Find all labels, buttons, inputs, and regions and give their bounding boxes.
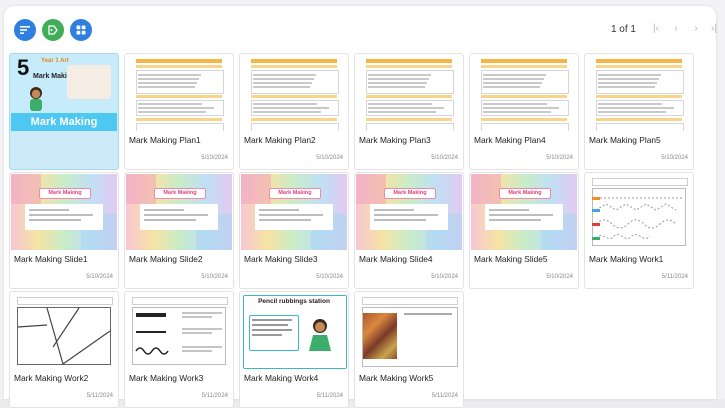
file-card[interactable]: Mark Making Mark Making Slide1 5/10/2024: [9, 172, 119, 289]
file-card[interactable]: Mark Making Plan1 5/10/2024: [124, 53, 234, 170]
file-date: 5/10/2024: [431, 155, 458, 161]
file-card[interactable]: Mark Making Mark Making Slide5 5/10/2024: [469, 172, 579, 289]
toolbar: 1 of 1 |‹ ‹ › ›|: [4, 6, 717, 52]
cover-year-label: Year 1 Art: [41, 58, 69, 64]
file-thumbnail: [586, 174, 692, 250]
file-name: Mark Making Slide4: [359, 254, 433, 264]
file-thumbnail: Mark Making: [241, 174, 347, 250]
line-practice-icon: [132, 307, 226, 365]
file-date: 5/11/2024: [661, 274, 688, 280]
file-card[interactable]: Mark Making Work2 5/11/2024: [9, 291, 119, 408]
file-date: 5/10/2024: [316, 274, 343, 280]
tracing-lines-icon: [592, 188, 686, 246]
file-name: Mark Making Work2: [14, 373, 89, 383]
file-name: Mark Making Work4: [244, 373, 319, 383]
file-name: Mark Making Work5: [359, 373, 434, 383]
file-date: 5/10/2024: [86, 274, 113, 280]
file-date: 5/10/2024: [431, 274, 458, 280]
sections-drawing-icon: [17, 307, 111, 365]
file-thumbnail: [586, 55, 692, 131]
file-card[interactable]: Mark Making Plan5 5/10/2024: [584, 53, 694, 170]
child-illustration-icon: [30, 87, 42, 111]
file-browser-panel: 1 of 1 |‹ ‹ › ›| 5 Year 1 Art Mark Making M…: [4, 6, 717, 408]
klee-painting: [363, 313, 397, 359]
first-page-button[interactable]: |‹: [650, 23, 662, 35]
prev-page-button[interactable]: ‹: [670, 23, 682, 35]
file-card[interactable]: Mark Making Mark Making Slide4 5/10/2024: [354, 172, 464, 289]
child-illustration-icon: [309, 319, 331, 351]
file-name: Mark Making Plan4: [474, 135, 546, 145]
file-name: Mark Making Slide3: [244, 254, 318, 264]
file-card[interactable]: Mark Making Plan3 5/10/2024: [354, 53, 464, 170]
slide-sign: Mark Making: [39, 188, 91, 199]
cover-band: Mark Making: [11, 113, 117, 131]
file-thumbnail: [126, 55, 232, 131]
file-thumbnail: Mark Making: [356, 174, 462, 250]
list-view-button[interactable]: [14, 19, 36, 41]
tag-button[interactable]: [42, 19, 64, 41]
file-card[interactable]: Mark Making Work5 5/11/2024: [354, 291, 464, 408]
file-date: 5/10/2024: [201, 155, 228, 161]
file-name: Mark Making Slide1: [14, 254, 88, 264]
file-name: Mark Making Slide2: [129, 254, 203, 264]
next-page-button[interactable]: ›: [690, 23, 702, 35]
tag-icon: [48, 25, 58, 35]
grid-view-button[interactable]: [70, 19, 92, 41]
file-thumbnail: [471, 55, 577, 131]
file-date: 5/10/2024: [546, 155, 573, 161]
file-date: 5/11/2024: [316, 393, 343, 399]
file-card[interactable]: Pencil rubbings station Mark Making Work4…: [239, 291, 349, 408]
file-thumbnail: [356, 293, 462, 369]
file-thumbnail: [241, 55, 347, 131]
file-card[interactable]: Mark Making Plan2 5/10/2024: [239, 53, 349, 170]
last-page-button[interactable]: ›|: [708, 23, 720, 35]
file-name: Mark Making Plan2: [244, 135, 316, 145]
slide-sign: Mark Making: [154, 188, 206, 199]
file-name: Mark Making Slide5: [474, 254, 548, 264]
file-name: Mark Making Plan5: [589, 135, 661, 145]
grid-icon: [76, 25, 86, 35]
file-card[interactable]: Mark Making Work3 5/11/2024: [124, 291, 234, 408]
file-card[interactable]: 5 Year 1 Art Mark Making Mark Making: [9, 53, 119, 170]
file-date: 5/10/2024: [316, 155, 343, 161]
file-card[interactable]: Mark Making Work1 5/11/2024: [584, 172, 694, 289]
file-card[interactable]: Mark Making Plan4 5/10/2024: [469, 53, 579, 170]
file-thumbnail: 5 Year 1 Art Mark Making Mark Making: [11, 55, 117, 131]
file-thumbnail: Pencil rubbings station: [241, 293, 347, 369]
file-thumbnail: Mark Making: [11, 174, 117, 250]
file-name: Mark Making Work3: [129, 373, 204, 383]
slide-sign: Mark Making: [269, 188, 321, 199]
file-thumbnail: [356, 55, 462, 131]
file-thumbnail: Mark Making: [471, 174, 577, 250]
file-date: 5/11/2024: [431, 393, 458, 399]
page-indicator: 1 of 1: [610, 24, 636, 35]
cover-number: 5: [17, 55, 30, 80]
file-thumbnail: [126, 293, 232, 369]
file-card[interactable]: Mark Making Mark Making Slide3 5/10/2024: [239, 172, 349, 289]
work-heading: Pencil rubbings station: [258, 298, 330, 305]
file-date: 5/10/2024: [661, 155, 688, 161]
file-thumbnail: [11, 293, 117, 369]
app-window: 1 of 1 |‹ ‹ › ›| 5 Year 1 Art Mark Making M…: [0, 0, 725, 408]
file-date: 5/11/2024: [201, 393, 228, 399]
file-thumbnail: Mark Making: [126, 174, 232, 250]
file-date: 5/10/2024: [546, 274, 573, 280]
file-name: Mark Making Plan1: [129, 135, 201, 145]
file-date: 5/11/2024: [86, 393, 113, 399]
file-name: Mark Making Plan3: [359, 135, 431, 145]
slide-sign: Mark Making: [384, 188, 436, 199]
file-card[interactable]: Mark Making Mark Making Slide2 5/10/2024: [124, 172, 234, 289]
file-name: Mark Making Work1: [589, 254, 664, 264]
list-icon: [20, 26, 30, 34]
file-date: 5/10/2024: [201, 274, 228, 280]
slide-sign: Mark Making: [499, 188, 551, 199]
